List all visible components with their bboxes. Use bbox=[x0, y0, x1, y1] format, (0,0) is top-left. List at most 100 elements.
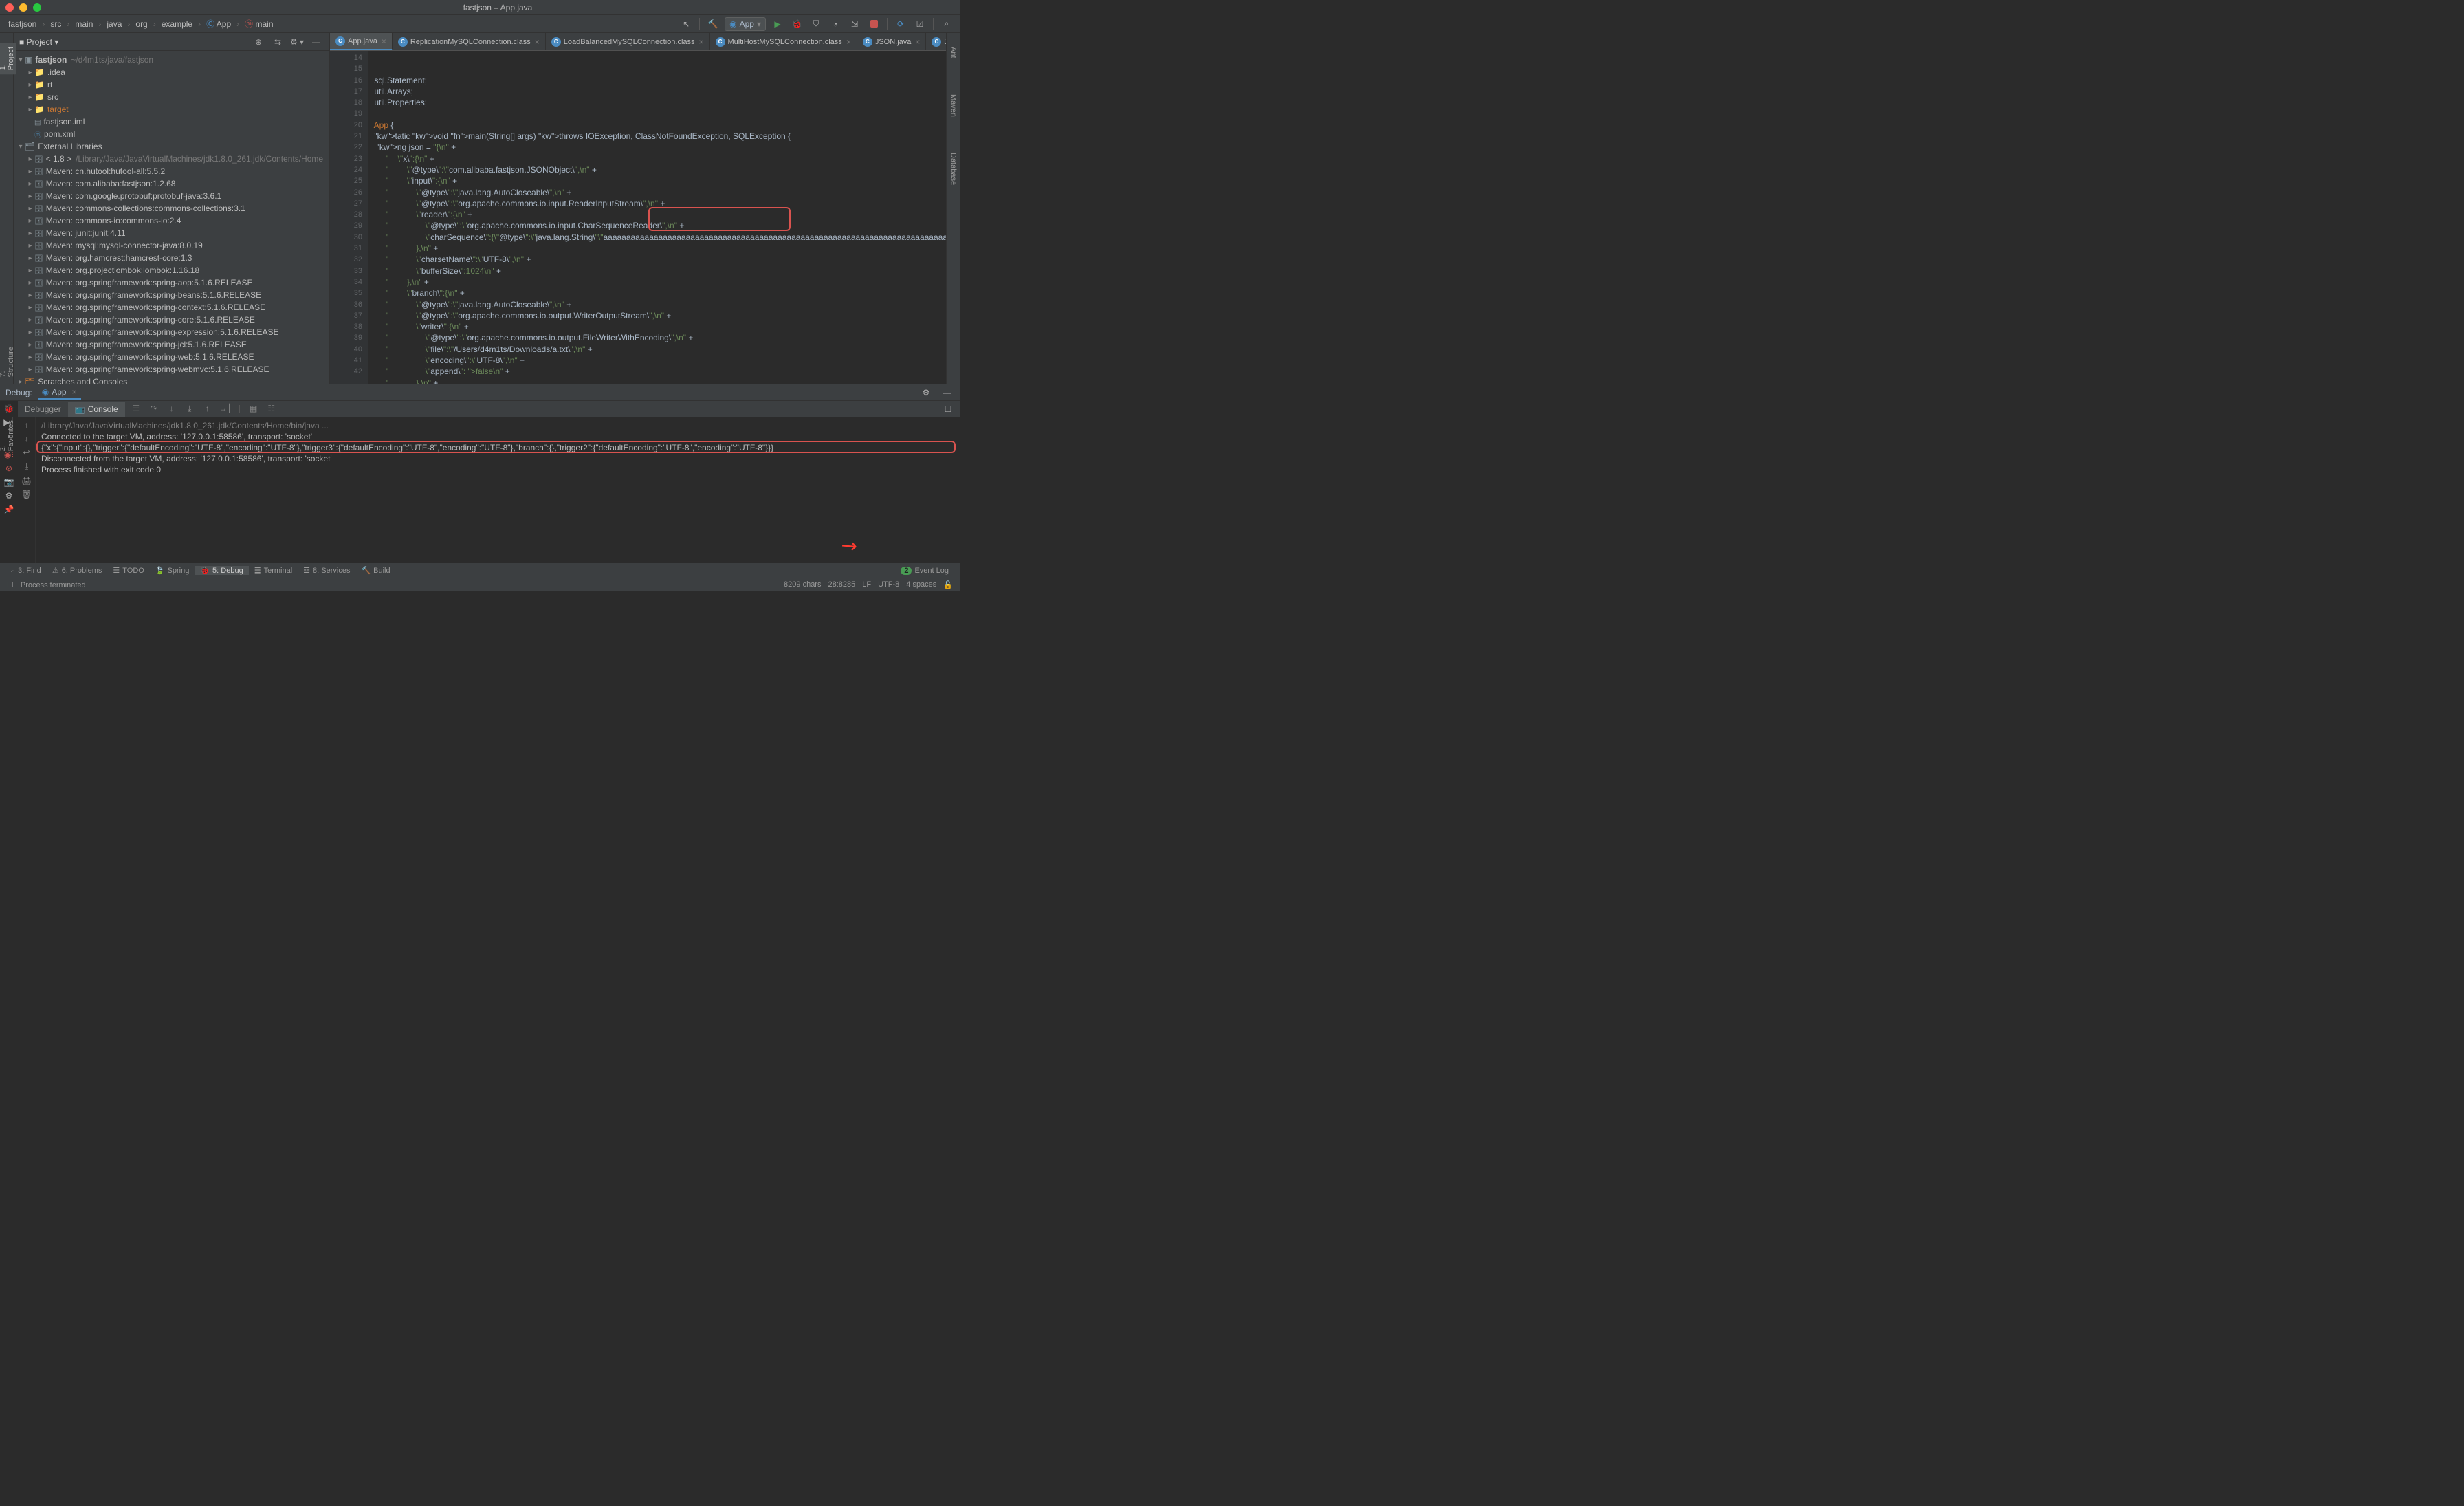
tree-item[interactable]: ▸🗄Maven: org.springframework:spring-web:… bbox=[14, 351, 329, 363]
tree-item[interactable]: ▸📁.idea bbox=[14, 66, 329, 78]
crumb-5[interactable]: example bbox=[159, 19, 195, 30]
editor-tab[interactable]: CLoadBalancedMySQLConnection.class× bbox=[546, 33, 710, 50]
tab-find[interactable]: ⌕ 3: Find bbox=[6, 566, 47, 575]
stop-button[interactable] bbox=[866, 17, 881, 32]
tree-item[interactable]: ▸🗄< 1.8 >/Library/Java/JavaVirtualMachin… bbox=[14, 153, 329, 165]
editor-tab[interactable]: CReplicationMySQLConnection.class× bbox=[393, 33, 546, 50]
tree-item[interactable]: ▸🗄Maven: junit:junit:4.11 bbox=[14, 227, 329, 239]
layout-icon[interactable]: ☐ bbox=[940, 402, 956, 417]
crumb-4[interactable]: org bbox=[133, 19, 150, 30]
hide-icon[interactable]: — bbox=[309, 34, 324, 50]
tree-item[interactable]: ▸🗄Maven: mysql:mysql-connector-java:8.0.… bbox=[14, 239, 329, 252]
tab-spring[interactable]: 🍃 Spring bbox=[150, 566, 195, 575]
debug-button[interactable]: 🐞 bbox=[789, 17, 804, 32]
print-icon[interactable]: 🖨 bbox=[21, 476, 32, 485]
vcs-commit-icon[interactable]: ☑ bbox=[912, 17, 927, 32]
mute-breakpoints-icon[interactable]: ⊘ bbox=[6, 463, 12, 473]
step-icon[interactable]: ☰ bbox=[129, 404, 143, 414]
vcs-update-icon[interactable]: ⟳ bbox=[893, 17, 908, 32]
coverage-button[interactable]: ⛉ bbox=[808, 17, 824, 32]
clear-icon[interactable]: 🗑 bbox=[21, 490, 32, 499]
sub-tab-debugger[interactable]: Debugger bbox=[18, 402, 68, 417]
crumb-2[interactable]: main bbox=[72, 19, 96, 30]
force-step-into-icon[interactable]: ⤓ bbox=[183, 404, 197, 414]
tree-item[interactable]: ▸🗄Maven: cn.hutool:hutool-all:5.5.2 bbox=[14, 165, 329, 177]
tree-item[interactable]: ▸🗂Scratches and Consoles bbox=[14, 375, 329, 384]
status-line-ending[interactable]: LF bbox=[862, 580, 871, 589]
tab-event-log[interactable]: 2 Event Log bbox=[895, 567, 954, 575]
tab-terminal[interactable]: ䷀ Terminal bbox=[249, 566, 298, 575]
close-window-icon[interactable] bbox=[6, 3, 14, 12]
tree-item[interactable]: ▸🗄Maven: org.springframework:spring-expr… bbox=[14, 326, 329, 338]
status-encoding[interactable]: UTF-8 bbox=[878, 580, 899, 589]
trace-icon[interactable]: ☷ bbox=[265, 404, 278, 414]
status-indent[interactable]: 4 spaces bbox=[906, 580, 936, 589]
tree-item[interactable]: ▸🗄Maven: org.springframework:spring-aop:… bbox=[14, 276, 329, 289]
soft-wrap-icon[interactable]: ↩ bbox=[23, 448, 30, 457]
tool-tab-structure[interactable]: 7: Structure bbox=[0, 342, 16, 382]
crumb-3[interactable]: java bbox=[104, 19, 124, 30]
scroll-up-icon[interactable]: ↑ bbox=[25, 420, 29, 430]
settings-icon[interactable]: ⚙ ▾ bbox=[289, 34, 305, 50]
editor-tab[interactable]: CJSON.java× bbox=[857, 33, 927, 50]
crumb-1[interactable]: src bbox=[47, 19, 64, 30]
editor-tab[interactable]: CJDBC4Connection.class× bbox=[926, 33, 946, 50]
settings2-icon[interactable]: ⚙ bbox=[6, 491, 13, 501]
console-output[interactable]: /Library/Java/JavaVirtualMachines/jdk1.8… bbox=[36, 417, 960, 563]
tab-services[interactable]: ☲ 8: Services bbox=[298, 566, 355, 575]
debug-session-tab[interactable]: ◉ App × bbox=[38, 386, 81, 400]
tab-problems[interactable]: ⚠ 6: Problems bbox=[47, 566, 108, 575]
crumb-6[interactable]: Ⓒ App bbox=[204, 17, 234, 30]
camera-icon[interactable]: 📷 bbox=[4, 477, 14, 487]
build-icon[interactable]: 🔨 bbox=[705, 17, 720, 32]
minimize-window-icon[interactable] bbox=[19, 3, 28, 12]
tool-tab-maven[interactable]: Maven bbox=[948, 90, 959, 121]
tool-tab-database[interactable]: Database bbox=[948, 149, 959, 189]
step-out-icon[interactable]: ↑ bbox=[201, 404, 214, 414]
tree-item[interactable]: ▸🗄Maven: com.google.protobuf:protobuf-ja… bbox=[14, 190, 329, 202]
select-opened-file-icon[interactable]: ⊕ bbox=[251, 34, 266, 50]
tree-item[interactable]: ▸🗄Maven: com.alibaba:fastjson:1.2.68 bbox=[14, 177, 329, 190]
step-into-icon[interactable]: ↓ bbox=[165, 404, 179, 414]
status-widgets-icon[interactable]: ☐ bbox=[7, 580, 14, 589]
editor-gutter[interactable]: 14151617▶18▶1920212223242526272829303132… bbox=[330, 51, 368, 384]
run-button[interactable]: ▶ bbox=[770, 17, 785, 32]
expand-all-icon[interactable]: ⇆ bbox=[270, 34, 285, 50]
run-configuration-dropdown[interactable]: ◉ App ▾ bbox=[725, 17, 766, 31]
tool-tab-favorites[interactable]: 2: Favorites bbox=[0, 416, 16, 455]
tab-todo[interactable]: ☰ TODO bbox=[107, 566, 149, 575]
editor-tab[interactable]: CApp.java× bbox=[330, 33, 393, 50]
attach-button[interactable]: ⇲ bbox=[847, 17, 862, 32]
run-to-cursor-icon[interactable]: →⎮ bbox=[219, 404, 232, 414]
pin-icon[interactable]: 📌 bbox=[4, 505, 14, 514]
tool-tab-ant[interactable]: Ant bbox=[948, 43, 959, 63]
tree-item[interactable]: ▤fastjson.iml bbox=[14, 116, 329, 128]
tree-item[interactable]: ⓜpom.xml bbox=[14, 128, 329, 140]
debug-hide-icon[interactable]: — bbox=[939, 385, 954, 400]
tree-item[interactable]: ▸🗄Maven: org.projectlombok:lombok:1.16.1… bbox=[14, 264, 329, 276]
debug-settings-icon[interactable]: ⚙ bbox=[918, 385, 934, 400]
sub-tab-console[interactable]: 📺 Console bbox=[68, 402, 125, 417]
tree-item[interactable]: ▸🗄Maven: org.springframework:spring-bean… bbox=[14, 289, 329, 301]
tree-item[interactable]: ▸🗄Maven: org.springframework:spring-jcl:… bbox=[14, 338, 329, 351]
tree-item[interactable]: ▸🗄Maven: org.springframework:spring-cont… bbox=[14, 301, 329, 314]
crumb-0[interactable]: fastjson bbox=[6, 19, 39, 30]
project-tree[interactable]: ▾▣fastjson~/d4m1ts/java/fastjson▸📁.idea▸… bbox=[14, 51, 329, 384]
status-caret[interactable]: 28:8285 bbox=[828, 580, 855, 589]
crumb-7[interactable]: ⓜ main bbox=[242, 17, 276, 30]
evaluate-icon[interactable]: ▦ bbox=[247, 404, 261, 414]
scroll-down-icon[interactable]: ↓ bbox=[25, 434, 29, 444]
tree-item[interactable]: ▾▣fastjson~/d4m1ts/java/fastjson bbox=[14, 54, 329, 66]
tree-item[interactable]: ▸📁target bbox=[14, 103, 329, 116]
status-lock-icon[interactable]: 🔓 bbox=[943, 580, 953, 589]
tree-item[interactable]: ▸🗄Maven: commons-collections:commons-col… bbox=[14, 202, 329, 215]
tree-item[interactable]: ▸🗄Maven: org.hamcrest:hamcrest-core:1.3 bbox=[14, 252, 329, 264]
tree-item[interactable]: ▾🗂External Libraries bbox=[14, 140, 329, 153]
back-icon[interactable]: ↖ bbox=[679, 17, 694, 32]
tree-item[interactable]: ▸📁rt bbox=[14, 78, 329, 91]
tree-item[interactable]: ▸🗄Maven: org.springframework:spring-webm… bbox=[14, 363, 329, 375]
profile-button[interactable]: ◔ bbox=[828, 17, 843, 32]
tree-item[interactable]: ▸🗄Maven: commons-io:commons-io:2.4 bbox=[14, 215, 329, 227]
code-editor[interactable]: 14151617▶18▶1920212223242526272829303132… bbox=[330, 51, 946, 384]
rerun-icon[interactable]: 🐞 bbox=[4, 404, 14, 413]
